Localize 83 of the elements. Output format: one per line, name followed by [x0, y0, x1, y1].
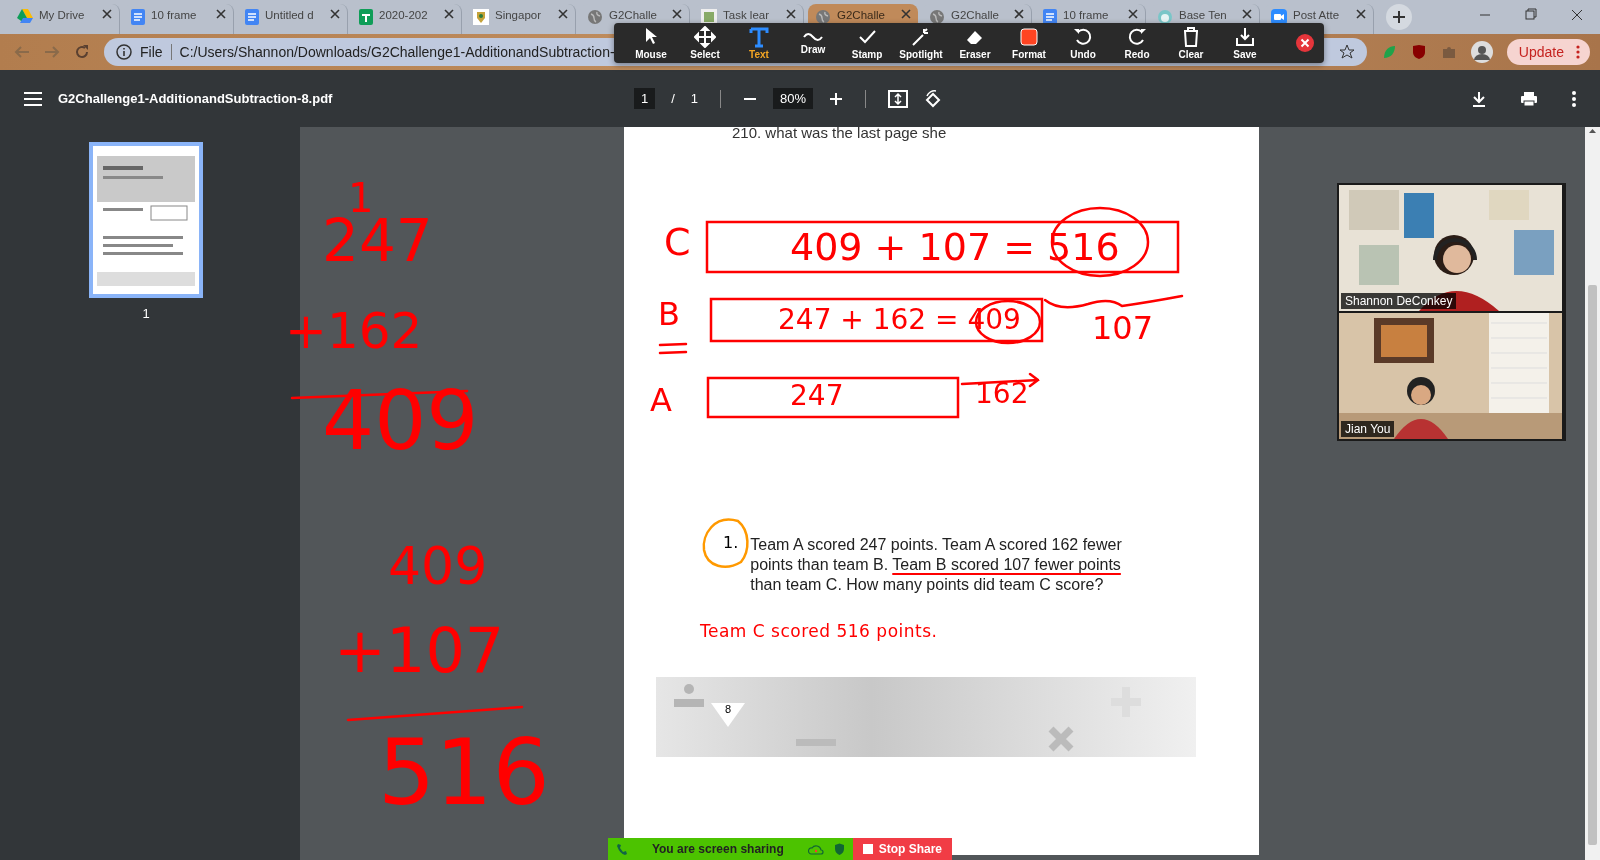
globe-icon [587, 9, 603, 25]
video-tile[interactable]: Jian You [1339, 313, 1564, 439]
video-tile[interactable]: Shannon DeConkey [1339, 185, 1564, 311]
close-icon[interactable] [786, 9, 796, 19]
annotation-tool[interactable]: Draw [786, 31, 840, 55]
times-sign-icon [1047, 725, 1075, 753]
close-icon[interactable] [216, 9, 226, 19]
handwritten-text: 107 [1092, 312, 1154, 344]
sharing-status: You are screen sharing [650, 842, 785, 856]
rotate-icon[interactable] [924, 89, 943, 108]
minus-sign-icon [796, 739, 836, 746]
stop-share-button[interactable]: Stop Share [852, 838, 952, 860]
menu-icon[interactable] [24, 91, 42, 106]
close-icon[interactable] [102, 9, 112, 19]
zoom-in-icon[interactable] [829, 91, 844, 106]
zoom-field[interactable]: 80% [773, 88, 814, 109]
question-number: 1. [723, 533, 739, 552]
close-icon[interactable] [330, 9, 340, 19]
phone-icon [616, 843, 628, 855]
cloud-icon [807, 843, 824, 855]
handwritten-text: C [664, 223, 691, 261]
cartoon-icon [1157, 9, 1173, 25]
divide-sign-icon [674, 684, 704, 707]
url-text: C:/Users/Shannon/Downloads/G2Challenge1-AdditionandSubtraction- [179, 44, 615, 60]
close-icon[interactable] [558, 9, 568, 19]
document-icon [131, 9, 145, 25]
close-icon[interactable] [1296, 34, 1314, 52]
download-icon [1234, 26, 1256, 48]
worksheet-text: 210. what was the last page she [732, 127, 948, 139]
scrollbar-thumb[interactable] [1588, 285, 1597, 845]
plus-icon[interactable] [1393, 11, 1405, 23]
more-icon[interactable] [1572, 90, 1576, 107]
page-thumbnail[interactable] [89, 142, 203, 298]
update-button[interactable]: Update [1506, 39, 1590, 65]
handwritten-text: 409 [322, 380, 479, 462]
close-icon[interactable] [1356, 9, 1366, 19]
stop-icon[interactable] [862, 844, 873, 854]
close-icon[interactable] [672, 9, 682, 19]
shield-icon [833, 843, 845, 855]
print-icon[interactable] [1520, 90, 1538, 107]
globe-icon [929, 9, 945, 25]
participant-name: Shannon DeConkey [1341, 293, 1457, 309]
badge-icon [473, 9, 489, 25]
squiggle-icon [802, 31, 824, 43]
star-icon[interactable] [1338, 44, 1355, 60]
handwritten-text: +107 [334, 620, 505, 682]
square-icon [1018, 26, 1040, 48]
redo-icon [1126, 26, 1148, 48]
download-icon[interactable] [1472, 90, 1486, 107]
file-title: G2Challenge1-AdditionandSubtraction-8.pdf [58, 91, 334, 106]
shield-icon[interactable] [1410, 44, 1427, 60]
document-icon [245, 9, 259, 25]
page-number: 8 [711, 703, 745, 727]
avatar-icon[interactable] [1470, 41, 1493, 63]
scheme-label: File [140, 44, 163, 60]
close-icon[interactable] [1242, 9, 1252, 19]
close-icon[interactable] [1014, 9, 1024, 19]
handwritten-text: B [658, 298, 680, 330]
handwritten-text: A [650, 384, 672, 416]
page-number-field[interactable]: 1 [634, 88, 656, 109]
spreadsheet-icon [359, 9, 373, 25]
participant-name: Jian You [1341, 421, 1395, 437]
globe-icon [815, 9, 831, 25]
question-text: Team A scored 247 points. Team A scored 162 fewer points than team B. Team B scored 107 fewer points than team C. How many points did team C score? [750, 535, 1123, 595]
text-icon [748, 26, 770, 48]
handwritten-text: +162 [285, 306, 423, 356]
move-icon [694, 26, 716, 48]
page-count: 1 [690, 91, 699, 106]
handwritten-text: 516 [378, 728, 550, 818]
reload-icon[interactable] [74, 44, 90, 60]
undo-icon [1072, 26, 1094, 48]
page-separator: / [671, 91, 675, 106]
typed-answer: Team C scored 516 points. [700, 621, 939, 641]
thumbnail-label: 1 [142, 306, 150, 321]
info-icon [116, 44, 132, 60]
double-underline [658, 342, 688, 355]
new-tab-button[interactable] [1386, 4, 1412, 30]
close-icon[interactable] [444, 9, 454, 19]
handwritten-text: 409 [388, 540, 488, 592]
close-icon[interactable] [1128, 9, 1138, 19]
handwritten-text: 247 [790, 382, 844, 410]
drive-icon [17, 9, 33, 23]
fit-page-icon[interactable] [888, 89, 909, 108]
